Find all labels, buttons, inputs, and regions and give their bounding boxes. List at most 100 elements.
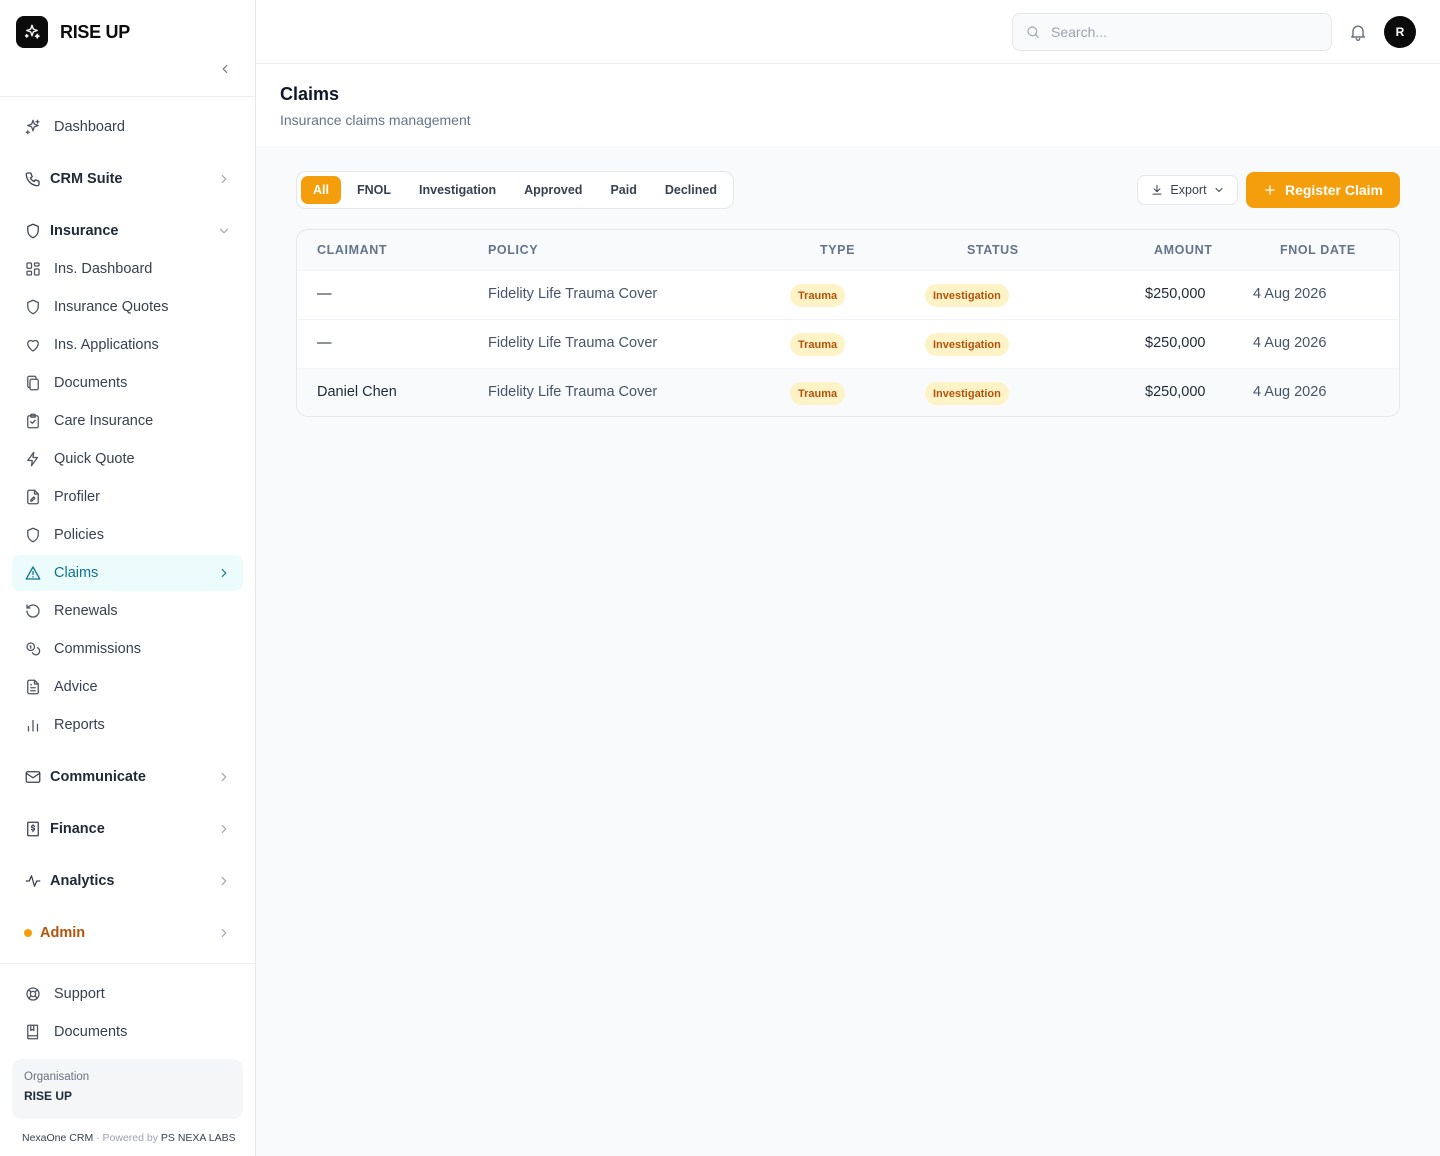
policy-cell: Fidelity Life Trauma Cover — [488, 384, 658, 400]
sidebar-item-dashboard[interactable]: Dashboard — [12, 109, 243, 145]
sidebar-item-policies[interactable]: Policies — [12, 517, 243, 553]
sidebar-item-label: Support — [54, 986, 105, 1002]
claimant-cell: — — [317, 286, 332, 302]
company-name: PS NEXA LABS — [160, 1132, 236, 1144]
policy-cell: Fidelity Life Trauma Cover — [488, 286, 658, 302]
filter-tab-paid[interactable]: Paid — [598, 176, 648, 204]
search-input[interactable] — [1051, 24, 1311, 40]
page-subtitle: Insurance claims management — [280, 112, 471, 128]
activity-icon — [24, 872, 42, 890]
chevron-right-icon — [217, 172, 231, 186]
page-header: Claims Insurance claims management — [256, 64, 1440, 146]
sidebar-divider — [0, 963, 255, 964]
sidebar-item-advice[interactable]: Advice — [12, 669, 243, 705]
filter-tab-approved[interactable]: Approved — [512, 176, 594, 204]
sidebar-item-label: Profiler — [54, 489, 100, 505]
column-header-amount[interactable]: AMOUNT — [1154, 243, 1212, 257]
chevron-right-icon — [217, 566, 231, 580]
column-header-status[interactable]: STATUS — [967, 243, 1019, 257]
lightning-icon — [24, 450, 42, 468]
sidebar-section-label: Insurance — [50, 223, 119, 239]
bar-chart-icon — [24, 716, 42, 734]
rotate-icon — [24, 602, 42, 620]
book-icon — [24, 1023, 42, 1041]
sidebar-item-label: Commissions — [54, 641, 142, 657]
chevron-right-icon — [217, 770, 231, 784]
column-header-type[interactable]: TYPE — [820, 243, 855, 257]
filter-tab-declined[interactable]: Declined — [653, 176, 729, 204]
download-icon — [1150, 183, 1164, 197]
type-badge: Trauma — [790, 382, 846, 405]
plus-icon — [1263, 183, 1277, 197]
sidebar-item-label: Advice — [54, 679, 98, 695]
sidebar-section-label: Communicate — [50, 769, 146, 785]
product-name: NexaOne CRM — [22, 1132, 94, 1144]
amount-cell: $250,000 — [1145, 384, 1206, 400]
table-row[interactable]: — Fidelity Life Trauma Cover Trauma Inve… — [297, 270, 1399, 319]
sidebar-item-quick-quote[interactable]: Quick Quote — [12, 441, 243, 477]
alert-triangle-icon — [24, 564, 42, 582]
filter-tab-fnol[interactable]: FNOL — [345, 176, 403, 204]
register-claim-button[interactable]: Register Claim — [1246, 172, 1400, 208]
search-icon — [1025, 24, 1041, 40]
sidebar-item-profiler[interactable]: Profiler — [12, 479, 243, 515]
column-header-policy[interactable]: POLICY — [488, 243, 538, 257]
sidebar-item-renewals[interactable]: Renewals — [12, 593, 243, 629]
topbar: R — [256, 0, 1440, 64]
sidebar-item-support[interactable]: Support — [12, 976, 243, 1012]
column-header-fnol-date[interactable]: FNOL DATE — [1280, 243, 1356, 257]
sidebar-item-care-insurance[interactable]: Care Insurance — [12, 403, 243, 439]
avatar[interactable]: R — [1384, 16, 1416, 48]
sidebar-item-claims[interactable]: Claims — [12, 555, 243, 591]
sidebar-section-label: Admin — [40, 925, 86, 941]
chevron-right-icon — [217, 874, 231, 888]
bell-icon[interactable] — [1348, 22, 1368, 42]
chevron-right-icon — [217, 926, 231, 940]
table-row[interactable]: — Fidelity Life Trauma Cover Trauma Inve… — [297, 319, 1399, 368]
sidebar-item-commissions[interactable]: Commissions — [12, 631, 243, 667]
sidebar-section-analytics[interactable]: Analytics — [12, 863, 243, 899]
claims-table: CLAIMANT POLICY TYPE STATUS AMOUNT FNOL … — [296, 229, 1400, 417]
status-badge: Investigation — [925, 333, 1009, 356]
sidebar-section-label: CRM Suite — [50, 171, 123, 187]
lifebuoy-icon — [24, 985, 42, 1003]
status-badge: Investigation — [925, 382, 1009, 405]
sidebar-section-communicate[interactable]: Communicate — [12, 759, 243, 795]
sidebar-section-label: Analytics — [50, 873, 115, 889]
sidebar-section-finance[interactable]: Finance — [12, 811, 243, 847]
filter-tab-all[interactable]: All — [301, 176, 341, 204]
powered-by-label: Powered by — [102, 1132, 158, 1144]
sidebar-divider — [0, 96, 255, 97]
export-button[interactable]: Export — [1137, 175, 1238, 205]
sidebar-item-documents[interactable]: Documents — [12, 365, 243, 401]
fnol-date-cell: 4 Aug 2026 — [1253, 384, 1327, 400]
organisation-card[interactable]: Organisation RISE UP — [12, 1059, 243, 1119]
table-header: CLAIMANT POLICY TYPE STATUS AMOUNT FNOL … — [297, 230, 1399, 270]
column-header-claimant[interactable]: CLAIMANT — [317, 243, 387, 257]
table-row[interactable]: Daniel Chen Fidelity Life Trauma Cover T… — [297, 368, 1399, 416]
chevron-down-icon — [1213, 184, 1225, 196]
shield-icon — [24, 526, 42, 544]
sidebar-item-label: Claims — [54, 565, 99, 581]
page-title: Claims — [280, 84, 340, 104]
collapse-sidebar-chevron-left-icon[interactable] — [216, 60, 234, 78]
sidebar-item-documents-footer[interactable]: Documents — [12, 1014, 243, 1050]
claimant-cell: Daniel Chen — [317, 384, 397, 400]
sidebar-section-crm-suite[interactable]: CRM Suite — [12, 161, 243, 197]
sidebar-item-insurance-quotes[interactable]: Insurance Quotes — [12, 289, 243, 325]
shield-icon — [24, 298, 42, 316]
sidebar-item-label: Renewals — [54, 603, 118, 619]
organisation-label: Organisation — [24, 1071, 90, 1083]
sidebar-section-admin[interactable]: Admin — [12, 915, 243, 951]
admin-status-dot — [24, 929, 32, 937]
amount-cell: $250,000 — [1145, 335, 1206, 351]
organisation-name: RISE UP — [24, 1089, 73, 1103]
search-box[interactable] — [1012, 13, 1332, 51]
sidebar-item-ins-dashboard[interactable]: Ins. Dashboard — [12, 251, 243, 287]
sidebar-item-reports[interactable]: Reports — [12, 707, 243, 743]
sidebar-section-insurance[interactable]: Insurance — [12, 213, 243, 249]
filter-tab-investigation[interactable]: Investigation — [407, 176, 508, 204]
mail-icon — [24, 768, 42, 786]
sidebar-item-ins-applications[interactable]: Ins. Applications — [12, 327, 243, 363]
brand[interactable]: RISE UP — [16, 16, 130, 48]
